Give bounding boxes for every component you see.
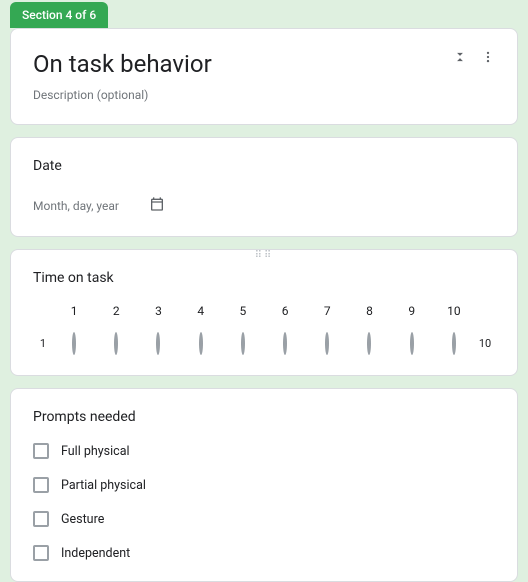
scale-radio[interactable] bbox=[199, 332, 203, 355]
scale-number: 4 bbox=[180, 304, 222, 318]
scale-radio[interactable] bbox=[114, 332, 118, 355]
checkbox-icon[interactable] bbox=[33, 511, 49, 527]
checkbox-icon[interactable] bbox=[33, 477, 49, 493]
calendar-icon[interactable] bbox=[149, 196, 165, 216]
scale-radio[interactable] bbox=[156, 332, 160, 355]
scale-number: 1 bbox=[53, 304, 95, 318]
checkbox-label[interactable]: Gesture bbox=[61, 512, 104, 527]
checkbox-label[interactable]: Independent bbox=[61, 546, 130, 561]
scale-start-label: 1 bbox=[33, 337, 53, 350]
date-placeholder: Month, day, year bbox=[33, 199, 119, 213]
collapse-icon[interactable] bbox=[453, 49, 467, 68]
checkbox-icon[interactable] bbox=[33, 545, 49, 561]
more-vert-icon[interactable] bbox=[481, 49, 495, 68]
scale-radio[interactable] bbox=[410, 332, 414, 355]
checkbox-icon[interactable] bbox=[33, 443, 49, 459]
checkbox-option: Gesture bbox=[33, 511, 495, 527]
scale-radio[interactable] bbox=[283, 332, 287, 355]
scale-radio[interactable] bbox=[325, 332, 329, 355]
scale-number: 6 bbox=[264, 304, 306, 318]
question-title[interactable]: Prompts needed bbox=[33, 409, 495, 425]
drag-handle-icon[interactable]: ⠿⠿ bbox=[255, 254, 274, 258]
question-card-date[interactable]: Date Month, day, year bbox=[10, 137, 518, 237]
question-card-scale[interactable]: ⠿⠿ Time on task 1 2 3 4 5 6 7 8 9 10 1 bbox=[10, 249, 518, 376]
scale-number: 2 bbox=[95, 304, 137, 318]
scale-radio[interactable] bbox=[241, 332, 245, 355]
scale-radio[interactable] bbox=[72, 332, 76, 355]
scale-number: 10 bbox=[433, 304, 475, 318]
scale-number: 7 bbox=[306, 304, 348, 318]
checkbox-label[interactable]: Full physical bbox=[61, 444, 130, 459]
scale-number: 3 bbox=[137, 304, 179, 318]
scale-number: 9 bbox=[391, 304, 433, 318]
checkbox-option: Full physical bbox=[33, 443, 495, 459]
scale-radio-row: 1 10 bbox=[33, 334, 495, 353]
question-card-checkbox[interactable]: Prompts needed Full physical Partial phy… bbox=[10, 388, 518, 582]
checkbox-option: Partial physical bbox=[33, 477, 495, 493]
scale-number: 8 bbox=[348, 304, 390, 318]
checkbox-option: Independent bbox=[33, 545, 495, 561]
section-description[interactable]: Description (optional) bbox=[33, 88, 495, 102]
scale-number: 5 bbox=[222, 304, 264, 318]
section-header-card: On task behavior Description (optional) bbox=[10, 28, 518, 125]
scale-number-row: 1 2 3 4 5 6 7 8 9 10 bbox=[33, 304, 495, 318]
scale-end-label: 10 bbox=[475, 337, 495, 350]
question-title[interactable]: Date bbox=[33, 158, 495, 174]
scale-radio[interactable] bbox=[452, 332, 456, 355]
question-title[interactable]: Time on task bbox=[33, 270, 495, 286]
checkbox-label[interactable]: Partial physical bbox=[61, 478, 146, 493]
section-title[interactable]: On task behavior bbox=[33, 49, 453, 80]
scale-radio[interactable] bbox=[367, 332, 371, 355]
section-badge: Section 4 of 6 bbox=[10, 2, 108, 28]
